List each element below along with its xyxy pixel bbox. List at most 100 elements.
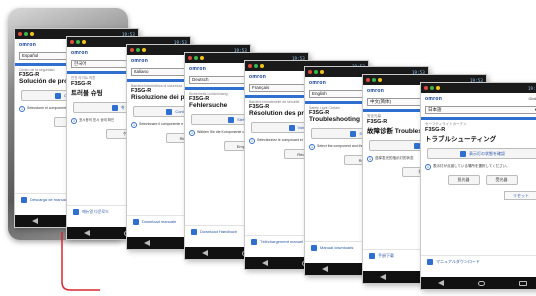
back-icon[interactable] <box>202 250 208 256</box>
book-icon <box>166 108 173 115</box>
notification-icon <box>320 70 324 74</box>
notification-icon <box>378 78 382 82</box>
language-value: 中文(简体) <box>370 99 391 104</box>
omron-logo: omron <box>131 58 149 64</box>
recents-icon[interactable] <box>519 280 527 286</box>
omron-logo: omron <box>19 42 37 48</box>
step-one-icon: 1 <box>309 144 315 150</box>
language-value: 日本語 <box>428 107 442 112</box>
back-icon[interactable] <box>380 274 386 280</box>
manual-download-label: Download manuale <box>142 219 177 224</box>
omron-logo: omron <box>367 88 385 94</box>
app-screen-7: 19:53 omron Global 日本語 ▾ セーフティライトカーテン F3… <box>420 82 536 290</box>
step-one-icon: 1 <box>249 138 255 144</box>
reset-button[interactable]: リセット <box>504 191 536 200</box>
download-icon <box>133 218 139 225</box>
step-one-icon: 1 <box>131 122 137 128</box>
notification-icon <box>200 56 204 60</box>
receiver-button[interactable]: 受光器 <box>485 175 518 185</box>
manual-download-label: Descarga de manuales <box>30 197 72 202</box>
status-bar: 19:53 <box>421 83 536 93</box>
manual-download-label: マニュアルダウンロード <box>436 258 480 264</box>
notification-icon <box>366 78 370 82</box>
manual-download-label: 手册下载 <box>378 252 394 258</box>
emitter-button[interactable]: 投光器 <box>447 175 480 185</box>
cable-icon <box>61 232 100 291</box>
language-value: Deutsch <box>192 77 209 82</box>
notification-icon <box>188 56 192 60</box>
download-icon <box>369 252 375 259</box>
component-buttons: 投光器 受光器 <box>421 175 536 185</box>
accent-bar <box>421 117 536 120</box>
back-icon[interactable] <box>144 240 150 246</box>
instruction-row: 1 表示灯が点滅している場所を選択してください。 <box>421 162 536 172</box>
manual-download-label: 매뉴얼 다운로드 <box>82 208 109 214</box>
download-icon <box>191 228 197 235</box>
back-icon[interactable] <box>322 266 328 272</box>
omron-logo: omron <box>71 50 89 56</box>
notification-icon <box>142 48 146 52</box>
language-value: Español <box>22 53 39 58</box>
step-one-icon: 1 <box>367 156 373 162</box>
notification-icon <box>254 64 258 68</box>
language-value: Italiano <box>134 69 149 74</box>
notification-icon <box>260 64 264 68</box>
instruction-text: 选择发光的指示灯的状态 <box>375 156 414 160</box>
notification-icon <box>24 32 28 36</box>
notification-icon <box>70 40 74 44</box>
language-value: English <box>312 91 327 96</box>
book-icon <box>460 150 466 157</box>
home-icon[interactable] <box>478 280 485 286</box>
page-title: トラブルシューティング <box>425 136 497 143</box>
manual-download-label: Download Handbuch <box>200 229 238 234</box>
instruction-text: 표시등의 표시 상태 확인 <box>79 118 115 122</box>
omron-logo: omron <box>425 96 443 102</box>
language-value: Français <box>252 85 270 90</box>
view-manual-button[interactable]: 表示灯の状態を確認 <box>427 148 536 159</box>
step-one-icon: 1 <box>189 130 195 136</box>
notification-icon <box>82 40 86 44</box>
back-icon[interactable] <box>84 230 90 236</box>
notification-icon <box>424 86 428 90</box>
omron-logo: omron <box>249 74 267 80</box>
notification-icon <box>130 48 134 52</box>
notification-icon <box>136 48 140 52</box>
instruction-text: 表示灯が点滅している場所を選択してください。 <box>433 164 510 168</box>
book-icon <box>228 116 235 123</box>
manual-download-link[interactable]: マニュアルダウンロード <box>421 255 536 267</box>
notification-icon <box>436 86 440 90</box>
step-one-icon: 1 <box>19 106 25 112</box>
language-value: 한국어 <box>74 61 87 66</box>
notification-icon <box>194 56 198 60</box>
omron-logo: omron <box>309 80 327 86</box>
stage: 19:53 omron Español ▾ Centro de la segur… <box>0 0 536 296</box>
language-select[interactable]: 日本語 ▾ <box>425 106 536 114</box>
book-icon <box>54 92 61 99</box>
manual-download-label: Manual downloads <box>320 245 354 250</box>
book-icon <box>111 104 118 111</box>
notification-icon <box>248 64 252 68</box>
status-time: 19:53 <box>527 85 536 91</box>
download-icon <box>311 244 317 251</box>
back-icon[interactable] <box>32 218 38 224</box>
view-manual-label: 表示灯の状態を確認 <box>469 150 505 156</box>
step-one-icon: 1 <box>71 118 77 124</box>
notification-icon <box>314 70 318 74</box>
download-icon <box>73 208 79 215</box>
download-icon <box>427 258 433 265</box>
notification-icon <box>308 70 312 74</box>
book-icon <box>288 124 295 131</box>
back-icon[interactable] <box>438 280 444 286</box>
download-icon <box>251 238 257 245</box>
android-nav-bar <box>421 277 536 289</box>
download-icon <box>21 196 27 203</box>
notification-icon <box>76 40 80 44</box>
global-link[interactable]: Global <box>528 96 536 101</box>
notification-icon <box>372 78 376 82</box>
manual-download-label: Téléchargement manuel <box>260 239 304 244</box>
notification-icon <box>430 86 434 90</box>
omron-logo: omron <box>189 66 207 72</box>
book-icon <box>350 130 357 137</box>
step-one-icon: 1 <box>425 164 431 170</box>
back-icon[interactable] <box>262 260 268 266</box>
